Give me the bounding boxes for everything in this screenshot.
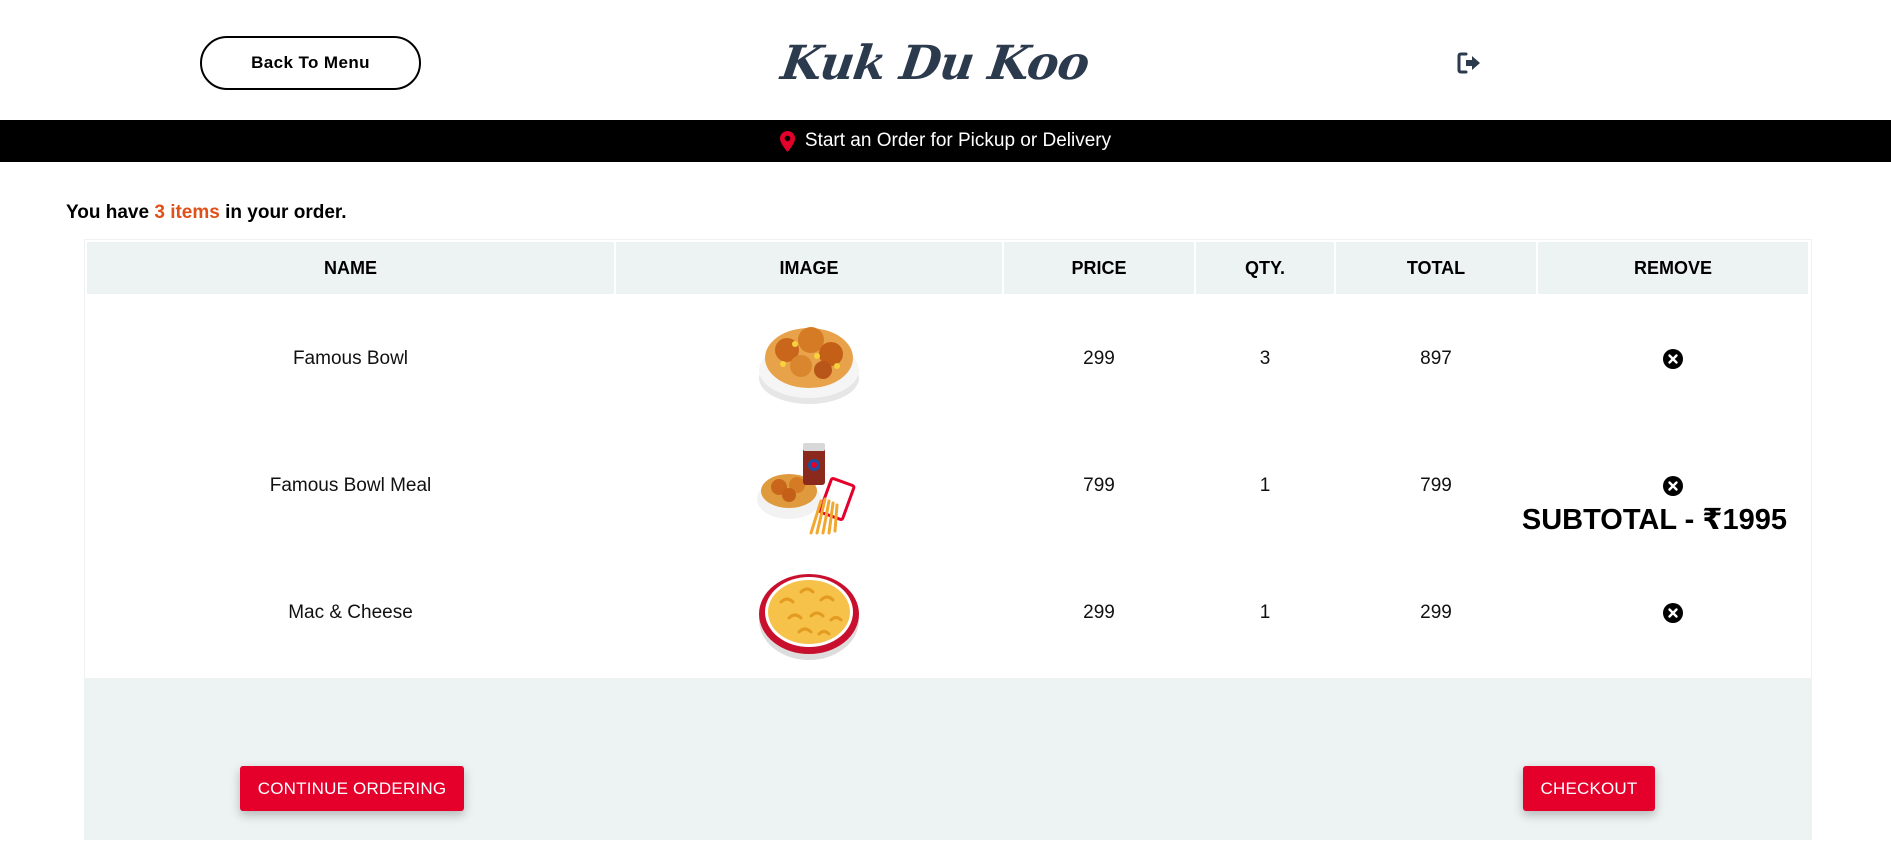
item-price: 299	[1083, 601, 1115, 623]
table-row: Famous Bowl 299 3 897	[87, 295, 1811, 422]
continue-ordering-button[interactable]: CONTINUE ORDERING	[240, 766, 464, 811]
item-name: Famous Bowl Meal	[269, 474, 432, 496]
map-pin-icon	[779, 130, 795, 152]
mac-and-cheese-image	[759, 573, 859, 660]
item-total: 299	[1420, 601, 1452, 623]
cart-table: NAME IMAGE PRICE QTY. TOTAL REMOVE Famou…	[84, 239, 1812, 840]
back-to-menu-button[interactable]: Back To Menu	[200, 36, 421, 90]
item-name: Mac & Cheese	[288, 601, 413, 623]
column-header-qty: QTY.	[1196, 242, 1334, 294]
item-qty: 3	[1259, 347, 1271, 369]
item-price: 799	[1083, 474, 1115, 496]
item-total: 799	[1420, 474, 1452, 496]
column-header-total: TOTAL	[1336, 242, 1536, 294]
famous-bowl-meal-image	[757, 442, 856, 534]
famous-bowl-image	[759, 326, 859, 404]
item-qty: 1	[1259, 601, 1271, 623]
checkout-button[interactable]: CHECKOUT	[1523, 766, 1655, 811]
summary-prefix: You have	[66, 202, 155, 223]
remove-item-icon[interactable]	[1663, 475, 1683, 496]
item-count: 3 items	[154, 202, 220, 223]
remove-cell	[1538, 295, 1808, 422]
item-qty: 1	[1259, 474, 1271, 496]
order-banner[interactable]: Start an Order for Pickup or Delivery	[0, 120, 1891, 162]
remove-cell	[1538, 549, 1808, 676]
banner-text: Start an Order for Pickup or Delivery	[804, 130, 1112, 151]
brand-logo: Kuk Du Koo	[777, 35, 1093, 91]
order-summary: You have 3 items in your order.	[66, 202, 347, 224]
item-image-cell	[616, 422, 1002, 549]
item-image-cell	[616, 549, 1002, 676]
item-name: Famous Bowl	[292, 347, 409, 369]
cart-footer	[85, 678, 1811, 840]
table-header: NAME IMAGE PRICE QTY. TOTAL REMOVE	[87, 242, 1811, 294]
column-header-remove: REMOVE	[1538, 242, 1808, 294]
table-row: Mac & Cheese 299 1 299	[87, 549, 1811, 676]
subtotal-text: SUBTOTAL - ₹1995	[1521, 504, 1787, 536]
item-price: 299	[1083, 347, 1115, 369]
column-header-name: NAME	[87, 242, 614, 294]
item-image-cell	[616, 295, 1002, 422]
remove-item-icon[interactable]	[1663, 348, 1683, 369]
top-header: Back To Menu Kuk Du Koo	[0, 0, 1891, 119]
remove-item-icon[interactable]	[1663, 602, 1683, 623]
column-header-image: IMAGE	[616, 242, 1002, 294]
column-header-price: PRICE	[1004, 242, 1194, 294]
item-total: 897	[1420, 347, 1452, 369]
sign-out-icon[interactable]	[1457, 51, 1483, 75]
summary-suffix: in your order.	[219, 202, 347, 223]
